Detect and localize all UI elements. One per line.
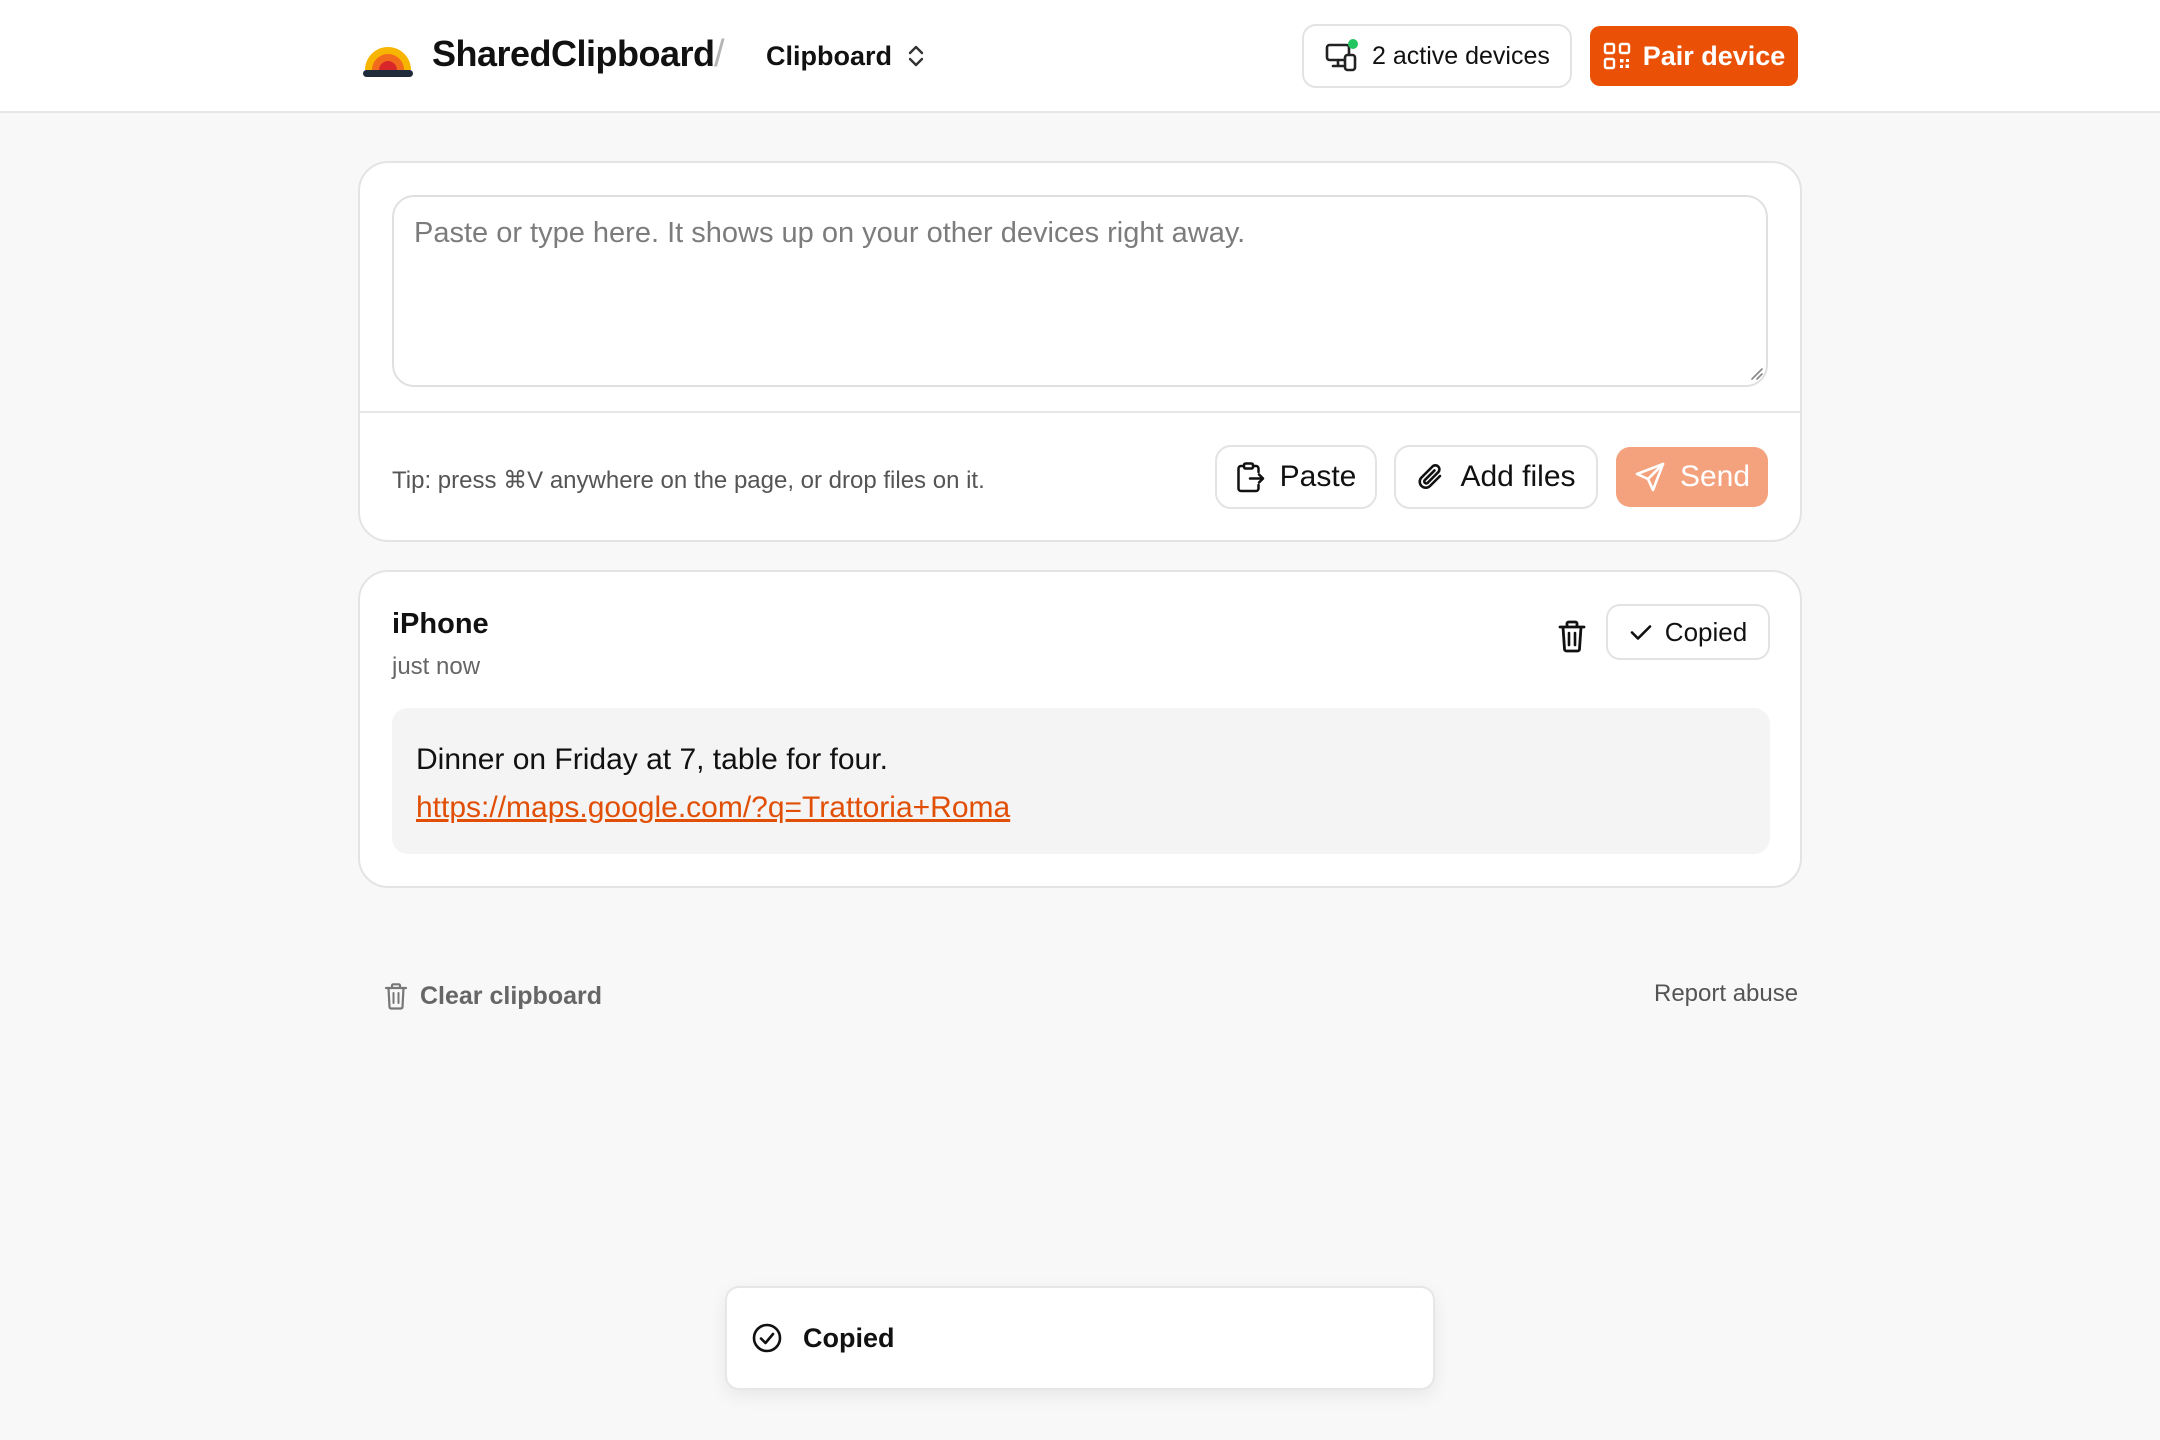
brand-name[interactable]: SharedClipboard [432,30,715,78]
clip-card: iPhone just now Copied Dinner on Friday … [358,570,1802,888]
paste-button[interactable]: Paste [1215,445,1377,509]
clip-device-name: iPhone [392,608,489,640]
copied-toast: Copied [725,1286,1435,1390]
tip-text: Tip: press ⌘V anywhere on the page, or d… [392,467,985,494]
send-button[interactable]: Send [1616,447,1768,507]
chevron-up-down-icon [908,45,924,67]
resize-handle-icon[interactable] [1748,365,1764,381]
active-devices-button[interactable]: 2 active devices [1302,24,1572,88]
pair-device-label: Pair device [1642,40,1786,71]
copied-label: Copied [1664,616,1748,647]
check-circle-icon [752,1323,782,1353]
clip-timestamp: just now [392,653,481,680]
send-icon [1635,462,1665,492]
clipboard-icon [1236,462,1264,493]
active-devices-label: 2 active devices [1372,41,1550,70]
top-bar: SharedClipboard / Clipboard 2 active dev… [0,0,2160,113]
add-files-label: Add files [1460,460,1576,493]
copied-button[interactable]: Copied [1606,604,1770,660]
clip-content: Dinner on Friday at 7, table for four. h… [392,708,1770,854]
send-label: Send [1679,460,1751,493]
breadcrumb-separator: / [714,33,725,75]
clipboard-input[interactable] [392,195,1768,387]
add-files-button[interactable]: Add files [1394,445,1598,509]
trash-icon[interactable] [1552,616,1592,656]
devices-icon [1324,38,1360,74]
divider [360,411,1800,413]
clip-link[interactable]: https://maps.google.com/?q=Trattoria+Rom… [416,791,1010,824]
sunset-logo-icon[interactable] [362,40,414,78]
paste-label: Paste [1279,460,1357,493]
clear-clipboard-button[interactable]: Clear clipboard [382,976,602,1016]
paperclip-icon [1418,464,1442,489]
toast-message: Copied [803,1322,895,1353]
report-abuse-link[interactable]: Report abuse [1654,980,1798,1008]
composer-card: Tip: press ⌘V anywhere on the page, or d… [358,161,1802,542]
check-icon [1630,625,1652,640]
qr-code-icon [1603,42,1630,70]
pair-device-button[interactable]: Pair device [1590,26,1798,86]
context-switcher[interactable]: Clipboard [766,34,926,78]
clip-text: Dinner on Friday at 7, table for four. [416,743,888,776]
trash-icon [384,983,408,1010]
clear-clipboard-label: Clear clipboard [420,981,602,1010]
context-label: Clipboard [766,40,892,71]
